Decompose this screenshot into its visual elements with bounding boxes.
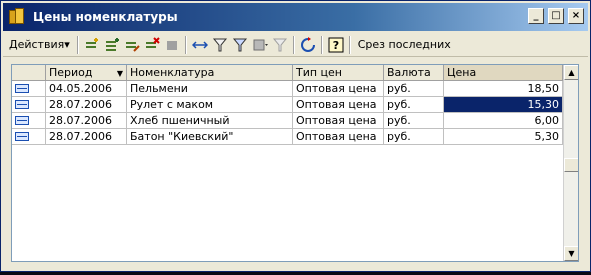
price-table: Период ▼ Номенклатура Тип цен Валюта Цена… — [11, 64, 579, 262]
books-icon — [9, 8, 25, 26]
cell-period: 28.07.2006 — [46, 97, 127, 113]
cell-currency: руб. — [384, 81, 444, 97]
cell-price: 5,30 — [444, 129, 563, 145]
column-header-item[interactable]: Номенклатура — [127, 65, 293, 81]
actions-label: Действия — [9, 38, 65, 51]
toolbar-separator — [292, 35, 295, 54]
cell-period: 04.05.2006 — [46, 81, 127, 97]
close-button[interactable]: × — [568, 8, 584, 24]
cell-item: Пельмени — [127, 81, 293, 97]
cell-price: 6,00 — [444, 113, 563, 129]
toolbar: Действия ▾ ? Срез последних — [3, 33, 588, 57]
filter-list-icon[interactable] — [250, 35, 270, 55]
cell-item: Батон "Киевский" — [127, 129, 293, 145]
toolbar-separator — [320, 35, 323, 54]
column-header-icon — [12, 65, 46, 81]
filter-icon[interactable] — [210, 35, 230, 55]
toolbar-separator — [76, 35, 79, 54]
scroll-down-button[interactable]: ▼ — [564, 246, 578, 261]
mark-icon[interactable] — [162, 35, 182, 55]
sort-arrow-icon: ▼ — [116, 69, 123, 78]
delete-icon[interactable] — [142, 35, 162, 55]
column-header-price[interactable]: Цена — [444, 65, 563, 81]
edit-icon[interactable] — [122, 35, 142, 55]
table-header: Период ▼ Номенклатура Тип цен Валюта Цена — [12, 65, 563, 81]
help-icon[interactable]: ? — [326, 35, 346, 55]
column-header-currency[interactable]: Валюта — [384, 65, 444, 81]
price-window: Цены номенклатуры _ □ × Действия ▾ ? Сре… — [0, 0, 591, 272]
scroll-up-button[interactable]: ▲ — [564, 65, 578, 80]
cell-price-selected[interactable]: 15,30 — [444, 97, 563, 113]
record-icon — [15, 116, 29, 125]
toolbar-separator — [184, 35, 187, 54]
table-row[interactable]: 28.07.2006 Хлеб пшеничный Оптовая цена р… — [12, 113, 563, 129]
cell-item: Хлеб пшеничный — [127, 113, 293, 129]
add-icon[interactable] — [82, 35, 102, 55]
cell-currency: руб. — [384, 129, 444, 145]
record-icon — [15, 132, 29, 141]
period-icon[interactable] — [190, 35, 210, 55]
cell-price: 18,50 — [444, 81, 563, 97]
minimize-button[interactable]: _ — [528, 8, 544, 24]
scroll-thumb[interactable] — [564, 158, 578, 172]
cell-period: 28.07.2006 — [46, 113, 127, 129]
cell-item: Рулет с маком — [127, 97, 293, 113]
actions-menu-button[interactable]: Действия ▾ — [3, 35, 74, 55]
cell-period: 28.07.2006 — [46, 129, 127, 145]
table-row[interactable]: 04.05.2006 Пельмени Оптовая цена руб. 18… — [12, 81, 563, 97]
table-row[interactable]: 28.07.2006 Батон "Киевский" Оптовая цена… — [12, 129, 563, 145]
table-row[interactable]: 28.07.2006 Рулет с маком Оптовая цена ру… — [12, 97, 563, 113]
column-header-period[interactable]: Период ▼ — [46, 65, 127, 81]
filter-off-icon[interactable] — [270, 35, 290, 55]
column-header-price-type[interactable]: Тип цен — [293, 65, 384, 81]
svg-text:?: ? — [333, 39, 339, 52]
record-icon — [15, 84, 29, 93]
refresh-icon[interactable] — [298, 35, 318, 55]
toolbar-separator — [348, 35, 351, 54]
title-bar[interactable]: Цены номенклатуры _ □ × — [3, 3, 588, 31]
cell-price-type: Оптовая цена — [293, 97, 384, 113]
add-copy-icon[interactable] — [102, 35, 122, 55]
cell-price-type: Оптовая цена — [293, 113, 384, 129]
cell-currency: руб. — [384, 97, 444, 113]
vertical-scrollbar[interactable]: ▲ ▼ — [563, 65, 578, 261]
cell-currency: руб. — [384, 113, 444, 129]
chevron-down-icon: ▾ — [64, 38, 70, 51]
maximize-button[interactable]: □ — [548, 8, 564, 24]
cell-price-type: Оптовая цена — [293, 129, 384, 145]
cell-price-type: Оптовая цена — [293, 81, 384, 97]
column-header-period-label: Период — [49, 66, 93, 79]
window-title: Цены номенклатуры — [33, 10, 178, 24]
srez-button[interactable]: Срез последних — [354, 38, 455, 51]
record-icon — [15, 100, 29, 109]
filter-set-icon[interactable] — [230, 35, 250, 55]
